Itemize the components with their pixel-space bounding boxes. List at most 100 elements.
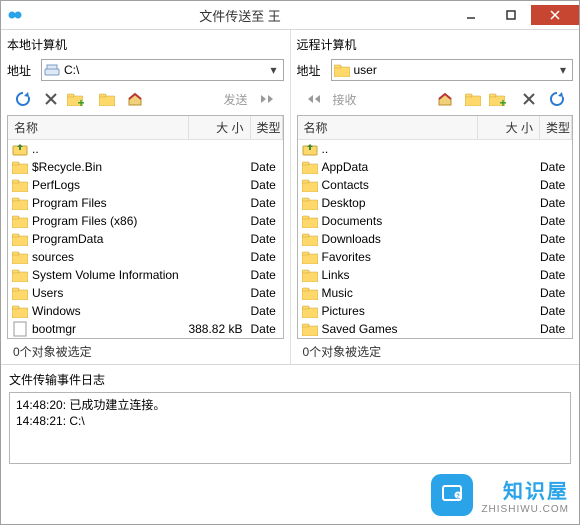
- send-button[interactable]: [254, 88, 282, 110]
- remote-new-folder-button[interactable]: +: [487, 88, 515, 110]
- svg-text:?: ?: [457, 494, 461, 500]
- item-name: AppData: [322, 160, 369, 174]
- minimize-button[interactable]: [451, 5, 491, 25]
- local-rows[interactable]: ..$Recycle.BinDatePerfLogsDateProgram Fi…: [8, 140, 283, 338]
- list-item[interactable]: sourcesDate: [8, 248, 283, 266]
- folder-icon: [302, 321, 318, 337]
- item-type: Date: [249, 322, 283, 336]
- item-name: Saved Games: [322, 322, 398, 336]
- remote-home-button[interactable]: [431, 88, 459, 110]
- list-item[interactable]: Windows Date: [8, 302, 283, 320]
- folder-icon: [12, 267, 28, 283]
- item-type: Date: [249, 304, 283, 318]
- list-item[interactable]: ProgramDataDate: [8, 230, 283, 248]
- folder-icon: [12, 177, 28, 193]
- list-item[interactable]: PerfLogsDate: [8, 176, 283, 194]
- list-item[interactable]: ..: [298, 140, 573, 158]
- chevron-down-icon[interactable]: ▾: [556, 63, 570, 77]
- list-item[interactable]: Saved GamesDate: [298, 320, 573, 338]
- remote-folder-up-button[interactable]: [459, 88, 487, 110]
- remote-delete-button[interactable]: [515, 88, 543, 110]
- remote-rows[interactable]: ..AppDataDateContactsDateDesktopDateDocu…: [298, 140, 573, 338]
- list-item[interactable]: System Volume InformationDate: [8, 266, 283, 284]
- remote-address-combo[interactable]: user ▾: [331, 59, 574, 81]
- folder-icon: [12, 285, 28, 301]
- item-name: Desktop: [322, 196, 366, 210]
- list-item[interactable]: UsersDate: [8, 284, 283, 302]
- list-item[interactable]: ..: [8, 140, 283, 158]
- list-item[interactable]: AppData Date: [298, 158, 573, 176]
- col-type[interactable]: 类型: [251, 116, 283, 139]
- chevron-down-icon[interactable]: ▾: [267, 63, 281, 77]
- refresh-button[interactable]: [9, 88, 37, 110]
- list-item[interactable]: DocumentsDate: [298, 212, 573, 230]
- list-item[interactable]: LinksDate: [298, 266, 573, 284]
- folder-icon: [302, 267, 318, 283]
- item-name: Links: [322, 268, 350, 282]
- watermark-text: 知识屋: [481, 475, 569, 504]
- delete-button[interactable]: [37, 88, 65, 110]
- list-item[interactable]: $Recycle.BinDate: [8, 158, 283, 176]
- item-type: Date: [249, 232, 283, 246]
- app-icon: [1, 1, 29, 29]
- local-toolbar: + 发送: [7, 85, 284, 115]
- watermark-icon: ?: [431, 474, 473, 516]
- remote-status: 0个对象被选定: [297, 339, 574, 364]
- log-line: 14:48:21: C:\: [16, 413, 564, 429]
- item-name: System Volume Information: [32, 268, 179, 282]
- col-size[interactable]: 大 小: [189, 116, 251, 139]
- item-type: Date: [538, 250, 572, 264]
- item-name: Program Files: [32, 196, 107, 210]
- list-item[interactable]: Program FilesDate: [8, 194, 283, 212]
- local-address-value: C:\: [64, 63, 263, 77]
- folder-icon: [302, 231, 318, 247]
- item-name: Pictures: [322, 304, 365, 318]
- local-address-label: 地址: [7, 62, 35, 79]
- folder-up-button[interactable]: [93, 88, 121, 110]
- item-name: Favorites: [322, 250, 371, 264]
- local-address-row: 地址 C:\ ▾: [7, 57, 284, 85]
- new-folder-button[interactable]: +: [65, 88, 93, 110]
- log-title: 文件传输事件日志: [9, 371, 571, 392]
- local-pane: 本地计算机 地址 C:\ ▾ + 发送: [1, 30, 290, 364]
- send-label[interactable]: 发送: [217, 91, 253, 108]
- item-type: Date: [249, 160, 283, 174]
- col-name[interactable]: 名称: [298, 116, 479, 139]
- remote-refresh-button[interactable]: [543, 88, 571, 110]
- home-button[interactable]: [121, 88, 149, 110]
- item-type: Date: [538, 160, 572, 174]
- folder-icon: [302, 159, 318, 175]
- drive-icon: [44, 62, 60, 78]
- close-button[interactable]: [531, 5, 579, 25]
- item-type: Date: [249, 250, 283, 264]
- folder-icon: [334, 62, 350, 78]
- item-name: Music: [322, 286, 353, 300]
- col-type[interactable]: 类型: [540, 116, 572, 139]
- list-item[interactable]: PicturesDate: [298, 302, 573, 320]
- list-item[interactable]: Program Files (x86)Date: [8, 212, 283, 230]
- panes: 本地计算机 地址 C:\ ▾ + 发送: [1, 30, 579, 365]
- list-item[interactable]: Favorites Date: [298, 248, 573, 266]
- receive-label[interactable]: 接收: [327, 91, 363, 108]
- receive-button[interactable]: [299, 88, 327, 110]
- window-title: 文件传送至 王: [29, 6, 451, 25]
- col-name[interactable]: 名称: [8, 116, 189, 139]
- list-item[interactable]: MusicDate: [298, 284, 573, 302]
- maximize-button[interactable]: [491, 5, 531, 25]
- list-item[interactable]: bootmgr388.82 kBDate: [8, 320, 283, 338]
- folder-icon: [302, 249, 318, 265]
- item-type: Date: [538, 178, 572, 192]
- folder-icon: [12, 303, 28, 319]
- remote-address-value: user: [354, 63, 553, 77]
- col-size[interactable]: 大 小: [478, 116, 540, 139]
- folder-icon: [302, 285, 318, 301]
- item-name: Windows: [32, 304, 81, 318]
- local-address-combo[interactable]: C:\ ▾: [41, 59, 284, 81]
- list-item[interactable]: ContactsDate: [298, 176, 573, 194]
- item-name: Documents: [322, 214, 383, 228]
- list-item[interactable]: DownloadsDate: [298, 230, 573, 248]
- folder-icon: [302, 213, 318, 229]
- log-box[interactable]: 14:48:20: 已成功建立连接。14:48:21: C:\: [9, 392, 571, 464]
- list-item[interactable]: DesktopDate: [298, 194, 573, 212]
- up-icon: [302, 141, 318, 157]
